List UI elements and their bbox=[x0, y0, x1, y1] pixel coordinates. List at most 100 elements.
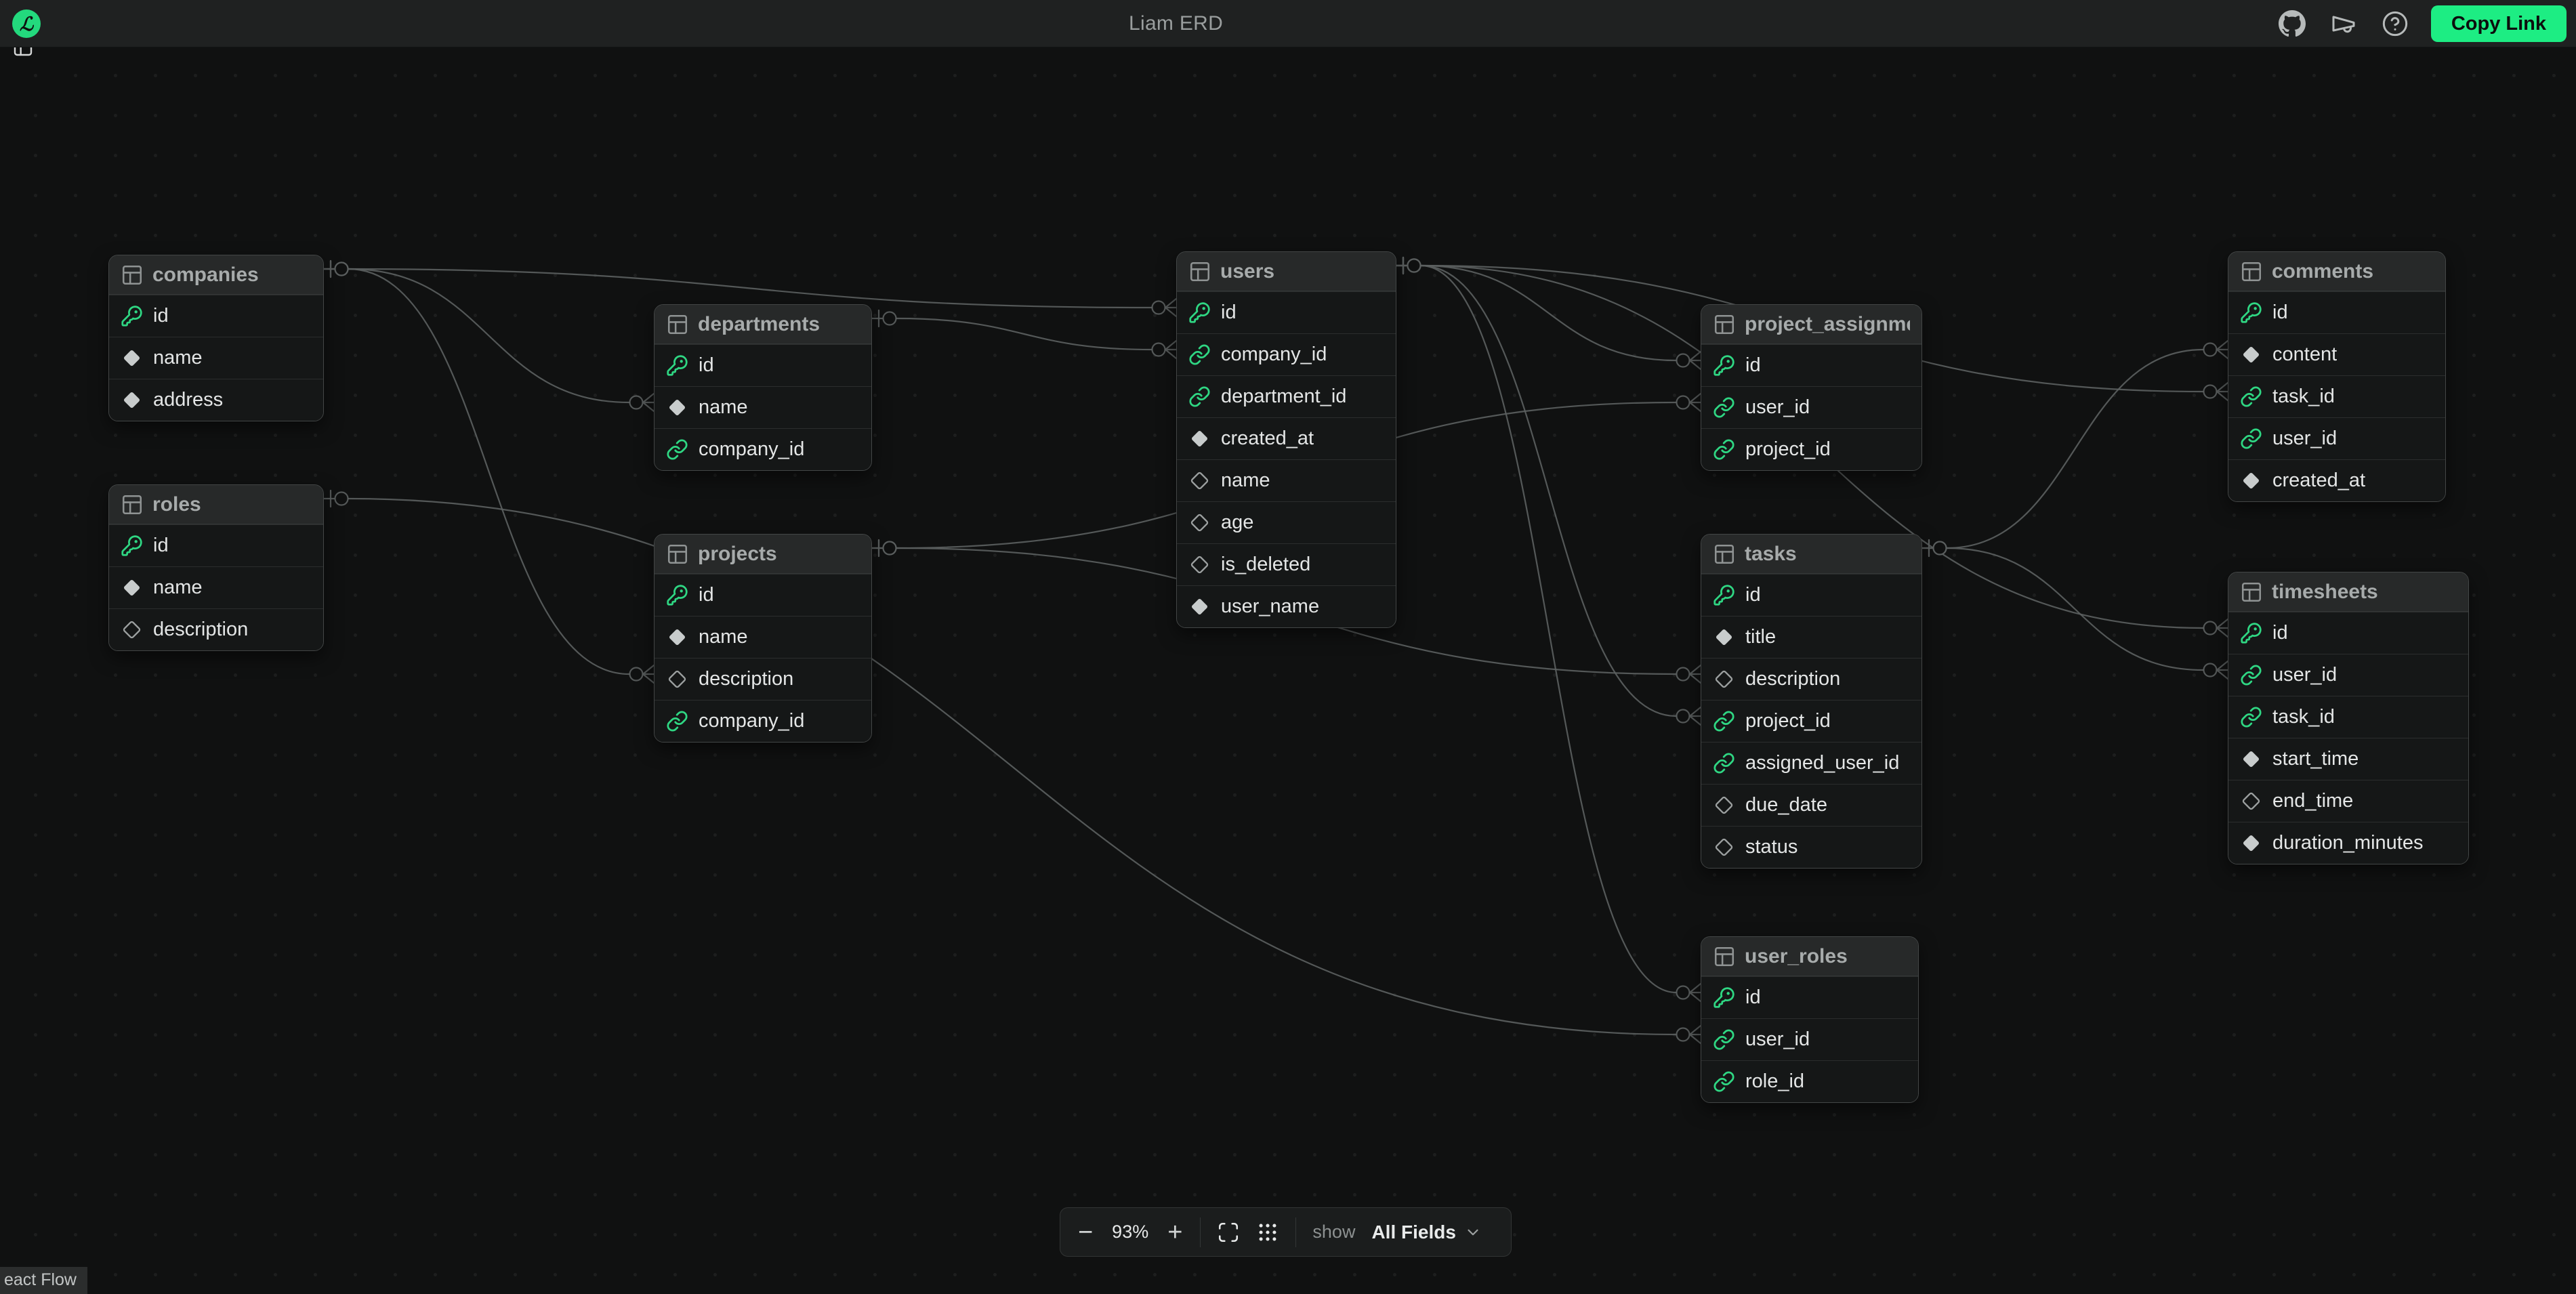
field-row-id[interactable]: id bbox=[1701, 976, 1918, 1018]
react-flow-attribution[interactable]: eact Flow bbox=[0, 1267, 87, 1294]
field-name: due_date bbox=[1745, 794, 1827, 816]
field-row-role_id[interactable]: role_id bbox=[1701, 1060, 1918, 1102]
field-row-title[interactable]: title bbox=[1701, 616, 1921, 658]
foreign-key-link-icon bbox=[1713, 438, 1735, 461]
table-icon bbox=[1188, 260, 1211, 283]
table-node-departments[interactable]: departments idnamecompany_id bbox=[654, 304, 872, 471]
table-name: timesheets bbox=[2272, 581, 2378, 604]
primary-key-icon bbox=[666, 354, 688, 377]
table-node-timesheets[interactable]: timesheets iduser_id task_id start_time end_… bbox=[2228, 572, 2469, 864]
field-name: created_at bbox=[1221, 427, 1314, 450]
field-row-name[interactable]: name bbox=[655, 386, 871, 428]
field-row-name[interactable]: name bbox=[655, 616, 871, 658]
feedback-button[interactable] bbox=[2328, 8, 2359, 39]
field-row-due_date[interactable]: due_date bbox=[1701, 784, 1921, 826]
erd-canvas[interactable]: companiesidnameaddressrolesidnamedescrip… bbox=[0, 47, 2576, 1294]
field-row-task_id[interactable]: task_id bbox=[2228, 696, 2468, 738]
field-row-project_id[interactable]: project_id bbox=[1701, 700, 1921, 742]
field-row-name[interactable]: name bbox=[1177, 459, 1396, 501]
zoom-in-button[interactable]: + bbox=[1166, 1219, 1184, 1245]
table-header[interactable]: roles bbox=[109, 485, 323, 524]
table-header[interactable]: timesheets bbox=[2228, 572, 2468, 612]
field-row-description[interactable]: description bbox=[1701, 658, 1921, 700]
table-node-companies[interactable]: companiesidnameaddress bbox=[108, 255, 324, 421]
field-row-id[interactable]: id bbox=[109, 524, 323, 566]
table-node-project_assignments[interactable]: project_assignme...iduser_idproject_id bbox=[1701, 304, 1922, 471]
field-name: title bbox=[1745, 626, 1776, 648]
table-node-users[interactable]: usersidcompany_iddepartment_id created_at… bbox=[1176, 251, 1396, 628]
field-row-id[interactable]: id bbox=[1701, 344, 1921, 386]
fit-view-button[interactable] bbox=[1217, 1221, 1240, 1244]
table-node-tasks[interactable]: tasksid title descriptionproject_idassigne… bbox=[1701, 534, 1922, 869]
help-button[interactable] bbox=[2380, 8, 2411, 39]
table-node-user_roles[interactable]: user_rolesiduser_idrole_id bbox=[1701, 936, 1919, 1103]
table-node-roles[interactable]: rolesidnamedescription bbox=[108, 484, 324, 651]
field-row-name[interactable]: name bbox=[109, 566, 323, 608]
field-row-id[interactable]: id bbox=[655, 344, 871, 386]
field-row-user_id[interactable]: user_id bbox=[1701, 386, 1921, 428]
primary-key-icon bbox=[1713, 986, 1735, 1009]
table-name: projects bbox=[698, 543, 777, 566]
table-header[interactable]: companies bbox=[109, 255, 323, 295]
field-row-id[interactable]: id bbox=[1177, 291, 1396, 333]
field-row-project_id[interactable]: project_id bbox=[1701, 428, 1921, 470]
field-row-content[interactable]: content bbox=[2228, 333, 2445, 375]
field-row-status[interactable]: status bbox=[1701, 826, 1921, 868]
field-row-user_name[interactable]: user_name bbox=[1177, 585, 1396, 627]
table-node-projects[interactable]: projects idnamedescriptioncompany_id bbox=[654, 534, 872, 743]
table-header[interactable]: project_assignme... bbox=[1701, 305, 1921, 344]
table-header[interactable]: departments bbox=[655, 305, 871, 344]
field-row-company_id[interactable]: company_id bbox=[655, 700, 871, 742]
table-icon bbox=[1713, 945, 1736, 968]
field-row-id[interactable]: id bbox=[655, 574, 871, 616]
liam-erd-app: ℒ Liam ERD Copy Link companiesidnameaddr… bbox=[0, 0, 2576, 1294]
field-row-company_id[interactable]: company_id bbox=[1177, 333, 1396, 375]
github-button[interactable] bbox=[2277, 8, 2308, 39]
copy-link-button[interactable]: Copy Link bbox=[2431, 5, 2567, 42]
table-header[interactable]: users bbox=[1177, 252, 1396, 291]
field-row-created_at[interactable]: created_at bbox=[1177, 417, 1396, 459]
primary-key-icon bbox=[2240, 301, 2262, 324]
show-label: show bbox=[1312, 1222, 1355, 1243]
table-header[interactable]: user_roles bbox=[1701, 937, 1918, 976]
field-row-address[interactable]: address bbox=[109, 379, 323, 421]
field-row-user_id[interactable]: user_id bbox=[2228, 417, 2445, 459]
table-name: user_roles bbox=[1745, 945, 1848, 968]
table-header[interactable]: tasks bbox=[1701, 535, 1921, 574]
field-row-assigned_user_id[interactable]: assigned_user_id bbox=[1701, 742, 1921, 784]
field-row-user_id[interactable]: user_id bbox=[1701, 1018, 1918, 1060]
field-row-description[interactable]: description bbox=[655, 658, 871, 700]
field-row-id[interactable]: id bbox=[2228, 612, 2468, 654]
field-row-start_time[interactable]: start_time bbox=[2228, 738, 2468, 780]
field-row-id[interactable]: id bbox=[1701, 574, 1921, 616]
nullable-diamond-icon bbox=[1713, 836, 1735, 858]
field-row-created_at[interactable]: created_at bbox=[2228, 459, 2445, 501]
github-icon bbox=[2279, 10, 2306, 37]
field-row-name[interactable]: name bbox=[109, 337, 323, 379]
field-row-description[interactable]: description bbox=[109, 608, 323, 650]
zoom-out-button[interactable]: − bbox=[1077, 1219, 1094, 1245]
field-row-duration_minutes[interactable]: duration_minutes bbox=[2228, 822, 2468, 864]
tidy-up-button[interactable] bbox=[1256, 1221, 1279, 1244]
field-row-company_id[interactable]: company_id bbox=[655, 428, 871, 470]
field-row-user_id[interactable]: user_id bbox=[2228, 654, 2468, 696]
chevron-down-icon bbox=[1464, 1224, 1482, 1241]
show-mode-select[interactable]: All Fields bbox=[1371, 1222, 1481, 1243]
field-name: task_id bbox=[2272, 706, 2335, 728]
table-header[interactable]: comments bbox=[2228, 252, 2445, 291]
field-row-id[interactable]: id bbox=[109, 295, 323, 337]
table-node-comments[interactable]: commentsidcontenttask_iduser_idcreated_a… bbox=[2228, 251, 2446, 502]
field-row-department_id[interactable]: department_id bbox=[1177, 375, 1396, 417]
field-row-end_time[interactable]: end_time bbox=[2228, 780, 2468, 822]
field-row-age[interactable]: age bbox=[1177, 501, 1396, 543]
table-icon bbox=[121, 264, 144, 287]
field-row-id[interactable]: id bbox=[2228, 291, 2445, 333]
foreign-key-link-icon bbox=[666, 710, 688, 732]
not-null-diamond-icon bbox=[1188, 427, 1211, 450]
field-row-is_deleted[interactable]: is_deleted bbox=[1177, 543, 1396, 585]
field-name: start_time bbox=[2272, 748, 2359, 770]
field-row-task_id[interactable]: task_id bbox=[2228, 375, 2445, 417]
table-header[interactable]: projects bbox=[655, 535, 871, 574]
table-name: departments bbox=[698, 313, 820, 336]
not-null-diamond-icon bbox=[2240, 832, 2262, 854]
